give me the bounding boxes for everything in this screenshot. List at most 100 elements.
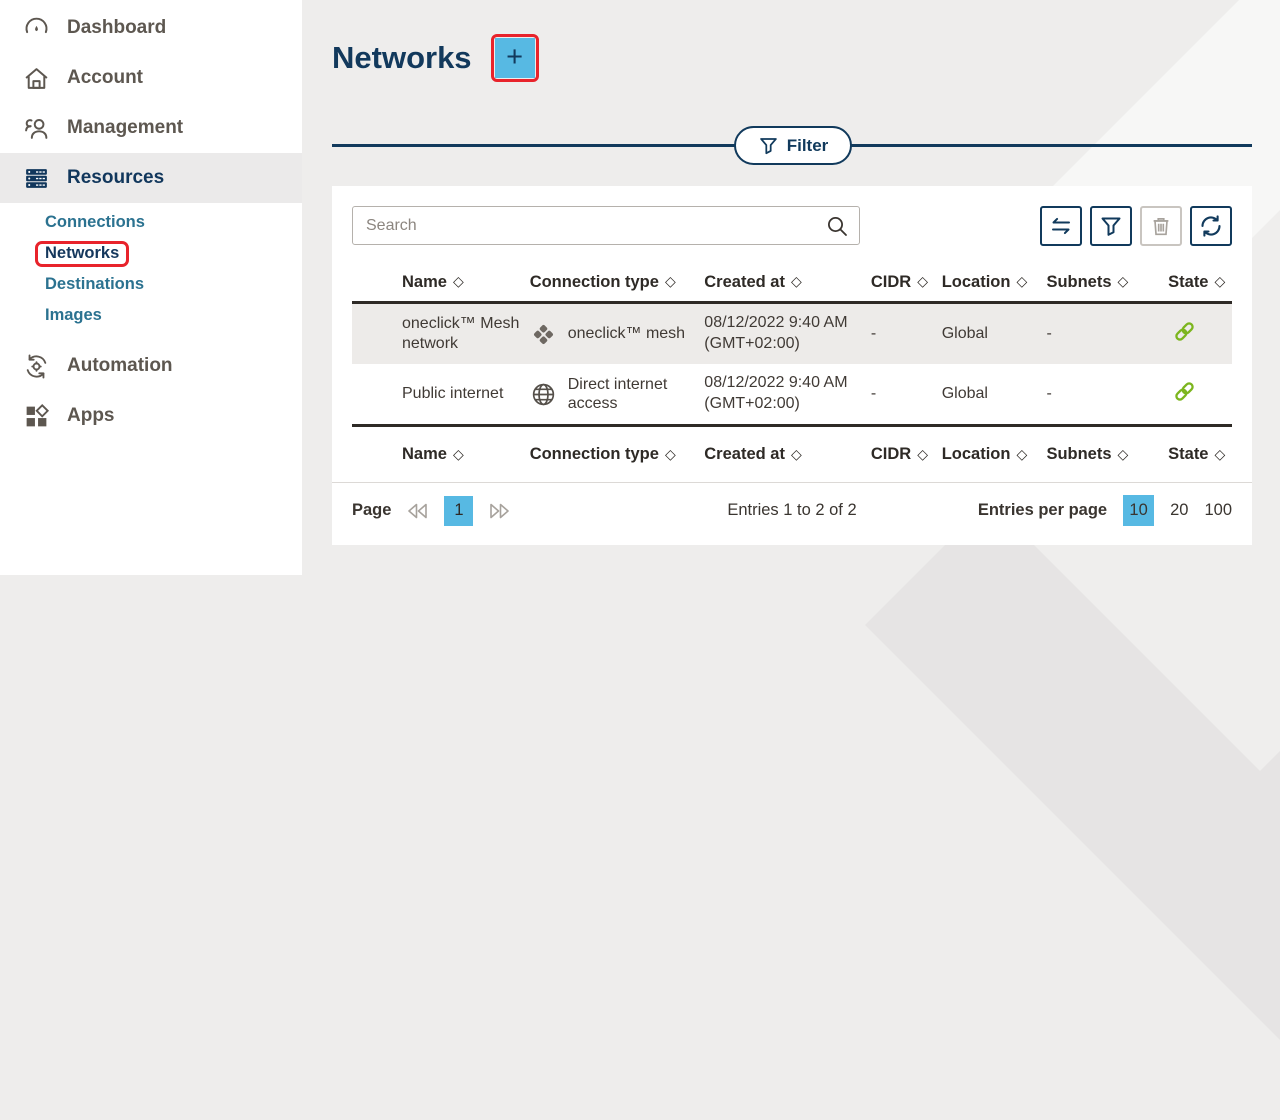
cell-cidr: - bbox=[871, 385, 942, 403]
sort-icon[interactable]: ◇ bbox=[1118, 447, 1129, 463]
sidebar-item-account[interactable]: Account bbox=[0, 53, 302, 103]
sort-icon[interactable]: ◇ bbox=[453, 274, 464, 290]
mesh-diamond-icon bbox=[530, 321, 557, 348]
sidebar: Dashboard Account Management bbox=[0, 0, 302, 575]
page-size-option-100[interactable]: 100 bbox=[1204, 501, 1232, 520]
cell-subnets: - bbox=[1046, 385, 1168, 403]
sort-icon[interactable]: ◇ bbox=[791, 447, 802, 463]
double-chevron-left-icon bbox=[406, 503, 429, 519]
table-row[interactable]: oneclick™ Mesh network oneclick™ mesh 08… bbox=[352, 304, 1232, 364]
sidebar-item-apps[interactable]: Apps bbox=[0, 391, 302, 441]
column-header-cidr[interactable]: CIDR◇ bbox=[871, 273, 942, 292]
link-icon[interactable] bbox=[1172, 319, 1197, 344]
sort-icon[interactable]: ◇ bbox=[917, 274, 928, 290]
first-page-button[interactable] bbox=[404, 501, 431, 521]
sort-icon[interactable]: ◇ bbox=[1016, 447, 1027, 463]
filter-button[interactable]: Filter bbox=[734, 126, 852, 165]
sidebar-item-management[interactable]: Management bbox=[0, 103, 302, 153]
column-header-location[interactable]: Location◇ bbox=[942, 445, 1047, 464]
column-header-connection-type[interactable]: Connection type◇ bbox=[530, 445, 705, 464]
search-box bbox=[352, 206, 860, 245]
column-header-name[interactable]: Name◇ bbox=[352, 273, 530, 292]
apps-icon bbox=[23, 403, 50, 430]
cell-connection-type: Direct internet access bbox=[530, 375, 705, 413]
add-network-button[interactable]: + bbox=[495, 38, 535, 78]
sidebar-item-dashboard[interactable]: Dashboard bbox=[0, 3, 302, 53]
page-label: Page bbox=[352, 501, 391, 520]
column-header-subnets[interactable]: Subnets◇ bbox=[1046, 273, 1168, 292]
connection-type-label: Direct internet access bbox=[568, 375, 697, 413]
sidebar-item-resources[interactable]: Resources bbox=[0, 153, 302, 203]
page-size-option-20[interactable]: 20 bbox=[1170, 501, 1188, 520]
sidebar-subitem-destinations[interactable]: Destinations bbox=[45, 269, 302, 300]
refresh-icon bbox=[1198, 213, 1224, 239]
table-footer-header-row: Name◇ Connection type◇ Created at◇ CIDR◇… bbox=[352, 424, 1232, 482]
page-title: Networks bbox=[332, 40, 472, 76]
search-input[interactable] bbox=[352, 206, 860, 245]
search-icon[interactable] bbox=[825, 214, 849, 238]
annotation-box-networks: Networks bbox=[35, 241, 129, 267]
sidebar-subitem-images[interactable]: Images bbox=[45, 300, 302, 331]
sidebar-subitem-connections[interactable]: Connections bbox=[45, 207, 302, 238]
swap-columns-button[interactable] bbox=[1040, 206, 1082, 246]
column-header-state[interactable]: State◇ bbox=[1168, 445, 1232, 464]
subitem-label: Networks bbox=[45, 244, 119, 262]
sidebar-item-label: Management bbox=[67, 117, 183, 139]
double-chevron-right-icon bbox=[488, 503, 511, 519]
main-content: Networks + Filter bbox=[302, 0, 1280, 575]
cell-state bbox=[1168, 319, 1232, 349]
sidebar-item-label: Dashboard bbox=[67, 17, 166, 39]
refresh-button[interactable] bbox=[1190, 206, 1232, 246]
subitem-label: Images bbox=[45, 306, 102, 325]
networks-table: Name◇ Connection type◇ Created at◇ CIDR◇… bbox=[352, 263, 1232, 482]
sidebar-item-label: Account bbox=[67, 67, 143, 89]
sidebar-item-label: Resources bbox=[67, 167, 164, 189]
server-icon bbox=[23, 165, 50, 192]
filter-table-button[interactable] bbox=[1090, 206, 1132, 246]
table-toolbar bbox=[1040, 206, 1232, 246]
plus-icon: + bbox=[506, 43, 523, 72]
sort-icon[interactable]: ◇ bbox=[791, 274, 802, 290]
cell-created-at: 08/12/2022 9:40 AM (GMT+02:00) bbox=[704, 373, 871, 415]
sort-icon[interactable]: ◇ bbox=[1016, 274, 1027, 290]
cell-created-at: 08/12/2022 9:40 AM (GMT+02:00) bbox=[704, 313, 871, 355]
column-header-created-at[interactable]: Created at◇ bbox=[704, 445, 871, 464]
cell-name: oneclick™ Mesh network bbox=[352, 314, 530, 354]
sort-icon[interactable]: ◇ bbox=[1215, 447, 1226, 463]
column-header-state[interactable]: State◇ bbox=[1168, 273, 1232, 292]
sort-icon[interactable]: ◇ bbox=[1215, 274, 1226, 290]
automation-icon bbox=[23, 353, 50, 380]
cell-location: Global bbox=[942, 385, 1047, 403]
sort-icon[interactable]: ◇ bbox=[453, 447, 464, 463]
column-header-cidr[interactable]: CIDR◇ bbox=[871, 445, 942, 464]
column-header-location[interactable]: Location◇ bbox=[942, 273, 1047, 292]
delete-button[interactable] bbox=[1140, 206, 1182, 246]
table-row[interactable]: Public internet Direct internet access 0… bbox=[352, 364, 1232, 424]
filter-label: Filter bbox=[787, 136, 829, 156]
column-header-name[interactable]: Name◇ bbox=[352, 445, 530, 464]
cell-subnets: - bbox=[1046, 325, 1168, 343]
sidebar-item-automation[interactable]: Automation bbox=[0, 341, 302, 391]
sort-icon[interactable]: ◇ bbox=[917, 447, 928, 463]
column-header-connection-type[interactable]: Connection type◇ bbox=[530, 273, 705, 292]
table-header-row: Name◇ Connection type◇ Created at◇ CIDR◇… bbox=[352, 263, 1232, 304]
entries-per-page-label: Entries per page bbox=[978, 501, 1107, 520]
column-header-subnets[interactable]: Subnets◇ bbox=[1046, 445, 1168, 464]
link-icon[interactable] bbox=[1172, 379, 1197, 404]
pagination-bar: Page 1 Entries 1 to 2 of 2 Ent bbox=[332, 482, 1252, 538]
cell-cidr: - bbox=[871, 325, 942, 343]
cell-name: Public internet bbox=[352, 384, 530, 404]
sidebar-subitem-networks[interactable]: Networks bbox=[45, 238, 302, 269]
last-page-button[interactable] bbox=[486, 501, 513, 521]
page-size-option-10[interactable]: 10 bbox=[1123, 495, 1154, 526]
sort-icon[interactable]: ◇ bbox=[665, 274, 676, 290]
column-header-created-at[interactable]: Created at◇ bbox=[704, 273, 871, 292]
current-page-button[interactable]: 1 bbox=[444, 496, 473, 526]
sidebar-item-label: Automation bbox=[67, 355, 173, 377]
sort-icon[interactable]: ◇ bbox=[1118, 274, 1129, 290]
subitem-label: Connections bbox=[45, 213, 145, 232]
cell-state bbox=[1168, 379, 1232, 409]
cell-location: Global bbox=[942, 325, 1047, 343]
sort-icon[interactable]: ◇ bbox=[665, 447, 676, 463]
subitem-label: Destinations bbox=[45, 275, 144, 294]
